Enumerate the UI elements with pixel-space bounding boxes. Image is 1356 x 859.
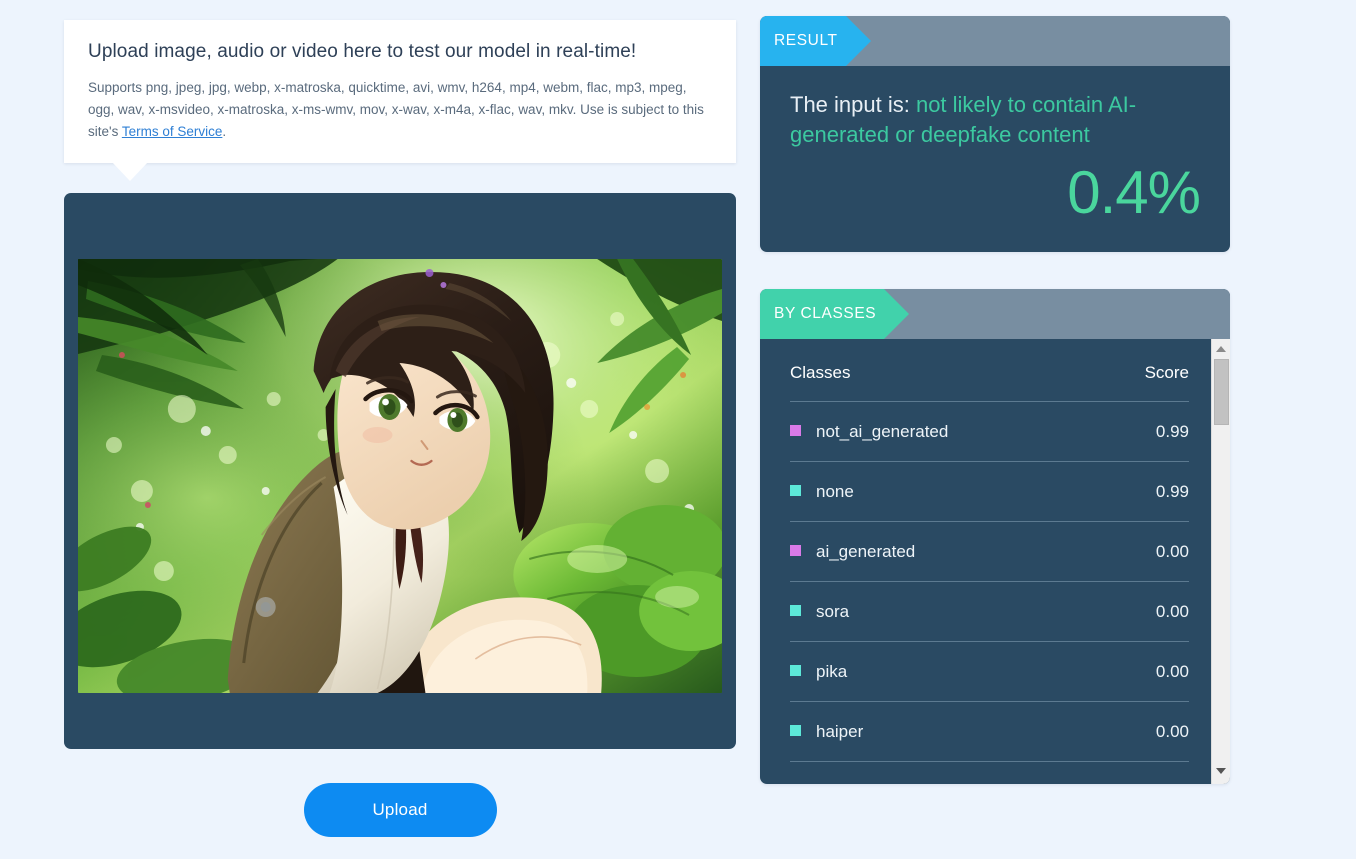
supported-formats-text: Supports png, jpeg, jpg, webp, x-matrosk… <box>88 77 712 144</box>
table-row: sora 0.00 <box>790 581 1189 642</box>
class-label: ai_generated <box>816 541 916 561</box>
class-label: haiper <box>816 721 864 741</box>
result-prefix: The input is: <box>790 92 916 117</box>
class-score-cell: 0.00 <box>1101 521 1189 582</box>
class-color-swatch-icon <box>790 424 801 436</box>
class-color-swatch-icon <box>790 544 801 556</box>
class-color-swatch-icon <box>790 604 801 616</box>
class-score-cell: 0.99 <box>1101 401 1189 462</box>
callout-arrow-icon <box>112 162 148 182</box>
upload-button-row: Upload <box>64 783 736 838</box>
classes-scrollbar[interactable] <box>1211 338 1230 784</box>
class-label: pika <box>816 661 848 681</box>
upload-button[interactable]: Upload <box>303 783 497 838</box>
terms-of-service-link[interactable]: Terms of Service <box>122 124 223 139</box>
left-column: Upload image, audio or video here to tes… <box>64 20 736 838</box>
by-classes-panel: BY CLASSES Classes Score not_ai_generate… <box>760 288 1230 784</box>
by-classes-panel-header: BY CLASSES <box>760 288 1230 339</box>
table-row: none 0.99 <box>790 461 1189 522</box>
class-color-swatch-icon <box>790 724 801 736</box>
classes-scroll-area: Classes Score not_ai_generated 0.99 none 0.… <box>760 338 1211 784</box>
upload-info-card: Upload image, audio or video here to tes… <box>64 20 736 182</box>
class-name-cell: pika <box>790 641 1102 702</box>
scroll-down-arrow-icon[interactable] <box>1212 763 1230 780</box>
result-panel-body: The input is: not likely to contain AI-g… <box>760 66 1230 252</box>
class-score-cell: 0.00 <box>1101 701 1189 762</box>
class-label: not_ai_generated <box>816 421 949 441</box>
class-score-cell: 0.99 <box>1101 461 1189 522</box>
class-label: sora <box>816 601 850 621</box>
class-label: none <box>816 481 854 501</box>
class-name-cell: haiper <box>790 701 1102 762</box>
class-name-cell: not_ai_generated <box>790 401 1102 462</box>
scrollbar-thumb[interactable] <box>1214 358 1229 425</box>
table-row: pika 0.00 <box>790 641 1189 702</box>
result-tag: RESULT <box>760 16 871 66</box>
by-classes-panel-body: Classes Score not_ai_generated 0.99 none 0.… <box>760 338 1230 784</box>
classes-column-header: Classes <box>790 338 1102 402</box>
class-color-swatch-icon <box>790 484 801 496</box>
media-preview-panel <box>64 193 736 750</box>
class-name-cell: sora <box>790 581 1102 642</box>
table-row: haiper 0.00 <box>790 701 1189 762</box>
class-name-cell: none <box>790 461 1102 522</box>
result-panel: RESULT The input is: not likely to conta… <box>760 16 1230 252</box>
page-title: Upload image, audio or video here to tes… <box>88 41 637 62</box>
preview-image-artwork <box>78 259 722 694</box>
scroll-up-arrow-icon[interactable] <box>1212 341 1230 358</box>
class-name-cell: ai_generated <box>790 521 1102 582</box>
table-row: ai_generated 0.00 <box>790 521 1189 582</box>
classes-table: Classes Score not_ai_generated 0.99 none 0.… <box>790 338 1189 762</box>
by-classes-tag: BY CLASSES <box>760 288 910 339</box>
classes-header-row: Classes Score <box>790 338 1189 402</box>
preview-image[interactable] <box>78 259 722 694</box>
result-statement: The input is: not likely to contain AI-g… <box>790 90 1200 151</box>
classes-table-head: Classes Score <box>790 338 1189 402</box>
class-score-cell: 0.00 <box>1101 641 1189 702</box>
result-panel-header: RESULT <box>760 16 1230 66</box>
table-row: not_ai_generated 0.99 <box>790 401 1189 462</box>
sentence-period: . <box>222 124 227 140</box>
app-root: Upload image, audio or video here to tes… <box>0 0 1356 859</box>
result-percentage: 0.4% <box>1067 158 1201 226</box>
score-column-header: Score <box>1101 338 1189 402</box>
right-column: RESULT The input is: not likely to conta… <box>760 16 1230 784</box>
classes-table-body: not_ai_generated 0.99 none 0.99 ai_generated… <box>790 401 1189 762</box>
class-score-cell: 0.00 <box>1101 581 1189 642</box>
class-color-swatch-icon <box>790 664 801 676</box>
